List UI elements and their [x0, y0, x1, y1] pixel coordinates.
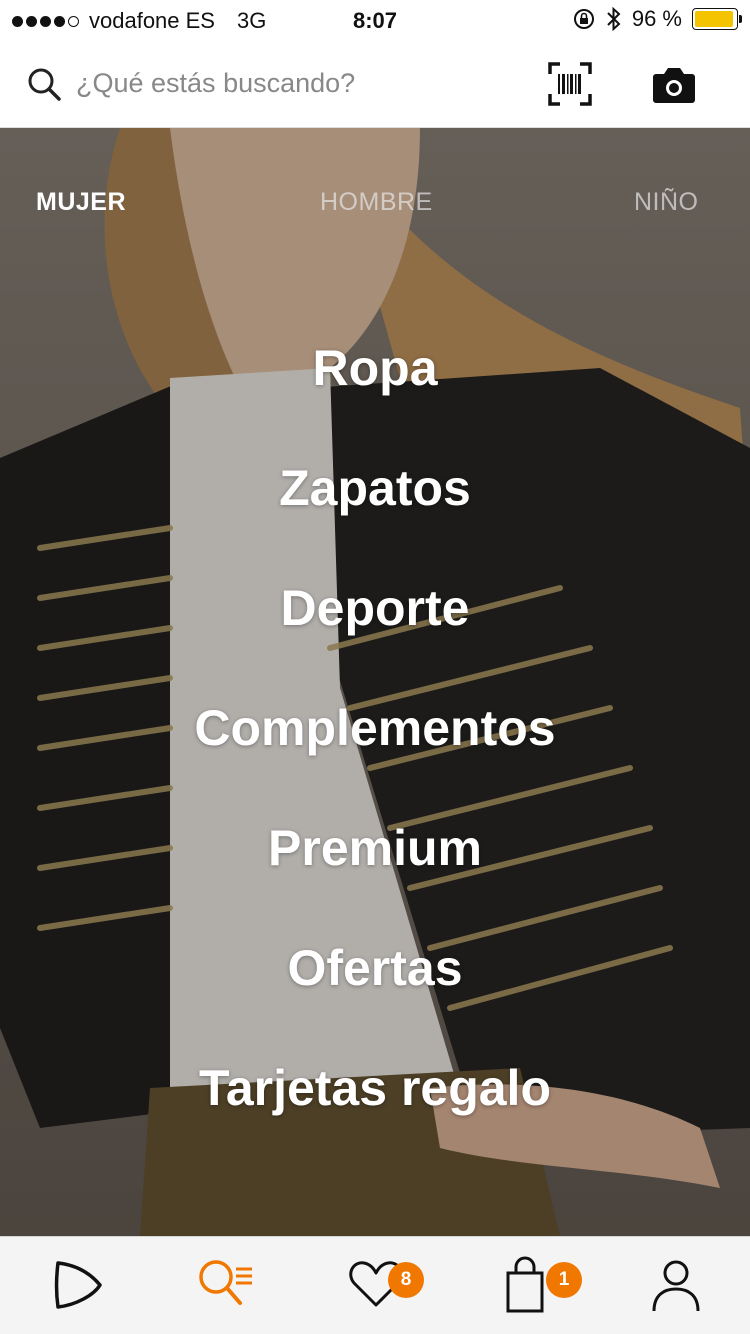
bottom-tabbar [0, 1236, 750, 1334]
barcode-scan-icon[interactable] [548, 62, 592, 106]
tab-mujer[interactable]: MUJER [36, 188, 126, 217]
bag-badge: 1 [546, 1262, 582, 1298]
search-input[interactable]: ¿Qué estás buscando? [76, 68, 355, 99]
battery-fill [695, 11, 734, 27]
status-right: 96 % [572, 6, 742, 32]
status-bar: vodafone ES 3G 8:07 96 % [0, 0, 750, 40]
favorites-badge: 8 [388, 1262, 424, 1298]
menu-item-tarjetas-regalo[interactable]: Tarjetas regalo [0, 1028, 750, 1148]
home-logo-icon[interactable] [46, 1255, 106, 1315]
gender-tabs: MUJER HOMBRE NIÑO [0, 188, 750, 228]
search-icon[interactable] [26, 66, 62, 102]
menu-item-complementos[interactable]: Complementos [0, 668, 750, 788]
bluetooth-icon [607, 6, 621, 32]
tab-hombre[interactable]: HOMBRE [320, 188, 433, 217]
battery-label: 96 % [631, 6, 682, 31]
camera-icon[interactable] [652, 64, 696, 106]
menu-item-ofertas[interactable]: Ofertas [0, 908, 750, 1028]
hero-banner: MUJER HOMBRE NIÑO Ropa Zapatos Deporte C… [0, 128, 750, 1236]
battery-icon [692, 8, 742, 30]
profile-icon[interactable] [646, 1255, 706, 1315]
category-menu: Ropa Zapatos Deporte Complementos Premiu… [0, 308, 750, 1148]
menu-item-zapatos[interactable]: Zapatos [0, 428, 750, 548]
search-list-icon[interactable] [194, 1255, 254, 1315]
search-bar[interactable]: ¿Qué estás buscando? [0, 40, 750, 128]
tab-nino[interactable]: NIÑO [634, 188, 699, 217]
menu-item-premium[interactable]: Premium [0, 788, 750, 908]
menu-item-deporte[interactable]: Deporte [0, 548, 750, 668]
menu-item-ropa[interactable]: Ropa [0, 308, 750, 428]
lock-rotation-icon [573, 9, 594, 29]
